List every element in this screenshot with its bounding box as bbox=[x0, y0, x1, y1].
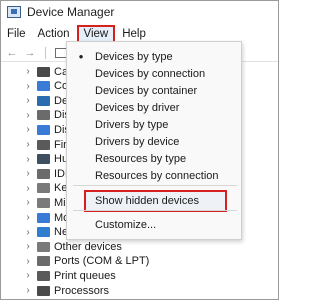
device-category-icon bbox=[37, 197, 50, 208]
device-category-icon bbox=[37, 212, 50, 223]
chevron-right-icon[interactable]: › bbox=[23, 95, 33, 106]
check-bullet-icon: • bbox=[78, 48, 84, 64]
tree-item-label: Ports (COM & LPT) bbox=[54, 255, 150, 268]
toolbar-separator bbox=[45, 46, 46, 59]
view-menu-item[interactable]: Devices by driver bbox=[67, 99, 241, 116]
tree-item[interactable]: › Processors bbox=[1, 283, 109, 298]
tree-item[interactable]: › Disk bbox=[1, 108, 75, 123]
view-menu-item[interactable]: Customize... bbox=[67, 216, 241, 233]
chevron-right-icon[interactable]: › bbox=[23, 81, 33, 92]
view-menu-item-label: Devices by container bbox=[95, 84, 198, 97]
view-menu-item[interactable]: Drivers by device bbox=[67, 133, 241, 150]
view-menu-item-label: Drivers by type bbox=[95, 118, 169, 131]
tree-item-label: Other devices bbox=[54, 240, 122, 253]
device-category-icon bbox=[37, 241, 50, 252]
device-category-icon bbox=[37, 168, 50, 179]
device-category-icon bbox=[37, 256, 50, 267]
tree-item[interactable]: › Firm bbox=[1, 137, 76, 152]
chevron-right-icon[interactable]: › bbox=[23, 227, 33, 238]
chevron-right-icon[interactable]: › bbox=[23, 139, 33, 150]
view-menu-item[interactable]: Devices by container bbox=[67, 82, 241, 99]
view-menu-item[interactable]: Show hidden devices bbox=[67, 192, 241, 209]
view-menu-item-label: Devices by connection bbox=[95, 67, 206, 80]
device-manager-icon bbox=[7, 6, 21, 18]
view-menu-item-label: Customize... bbox=[95, 218, 157, 231]
device-category-icon bbox=[37, 95, 50, 106]
forward-icon[interactable]: → bbox=[23, 47, 37, 59]
tree-item[interactable]: › Dell bbox=[1, 93, 73, 108]
chevron-right-icon[interactable]: › bbox=[23, 124, 33, 135]
chevron-right-icon[interactable]: › bbox=[23, 212, 33, 223]
device-category-icon bbox=[37, 66, 50, 77]
view-menu-item[interactable]: Resources by connection bbox=[67, 167, 241, 184]
tree-item-label: Processors bbox=[54, 284, 110, 297]
device-category-icon bbox=[37, 81, 50, 92]
view-menu-item-label: Devices by driver bbox=[95, 101, 180, 114]
menu-separator bbox=[73, 185, 237, 186]
chevron-right-icon[interactable]: › bbox=[23, 168, 33, 179]
device-category-icon bbox=[37, 139, 50, 150]
chevron-right-icon[interactable]: › bbox=[23, 270, 33, 281]
view-menu-item[interactable]: Resources by type bbox=[67, 150, 241, 167]
back-icon[interactable]: ← bbox=[5, 47, 19, 59]
view-menu-item-label: Resources by connection bbox=[95, 169, 219, 182]
view-menu-dropdown: • Devices by type Devices by connection Dev… bbox=[66, 41, 242, 240]
device-category-icon bbox=[37, 270, 50, 281]
chevron-right-icon[interactable]: › bbox=[23, 66, 33, 77]
tree-item-label: Print queues bbox=[54, 269, 116, 282]
chevron-right-icon[interactable]: › bbox=[23, 154, 33, 165]
view-menu-item[interactable]: Devices by connection bbox=[67, 65, 241, 82]
tree-item[interactable]: › Other devices bbox=[1, 239, 122, 254]
device-category-icon bbox=[37, 227, 50, 238]
chevron-right-icon[interactable]: › bbox=[23, 110, 33, 121]
chevron-right-icon[interactable]: › bbox=[23, 183, 33, 194]
tree-item[interactable]: › Disp bbox=[1, 122, 76, 137]
device-category-icon bbox=[37, 154, 50, 165]
device-category-icon bbox=[37, 124, 50, 135]
menu-separator bbox=[73, 210, 237, 211]
chevron-right-icon[interactable]: › bbox=[23, 241, 33, 252]
title-bar: Device Manager bbox=[1, 1, 278, 23]
view-menu-item-label: Show hidden devices bbox=[95, 194, 199, 207]
view-menu-item[interactable]: • Devices by type bbox=[67, 48, 241, 65]
device-category-icon bbox=[37, 183, 50, 194]
window-title: Device Manager bbox=[27, 5, 115, 19]
tree-item[interactable]: › Ports (COM & LPT) bbox=[1, 254, 149, 269]
menu-file[interactable]: File bbox=[1, 25, 32, 43]
chevron-right-icon[interactable]: › bbox=[23, 197, 33, 208]
view-menu-item-label: Devices by type bbox=[95, 50, 173, 63]
tree-item[interactable]: › Mon bbox=[1, 210, 75, 225]
device-category-icon bbox=[37, 285, 50, 296]
tree-item[interactable]: › Print queues bbox=[1, 268, 116, 283]
view-menu-item[interactable]: Drivers by type bbox=[67, 116, 241, 133]
view-menu-item-label: Drivers by device bbox=[95, 135, 180, 148]
view-menu-item-label: Resources by type bbox=[95, 152, 187, 165]
chevron-right-icon[interactable]: › bbox=[23, 285, 33, 296]
chevron-right-icon[interactable]: › bbox=[23, 256, 33, 267]
device-category-icon bbox=[37, 110, 50, 121]
